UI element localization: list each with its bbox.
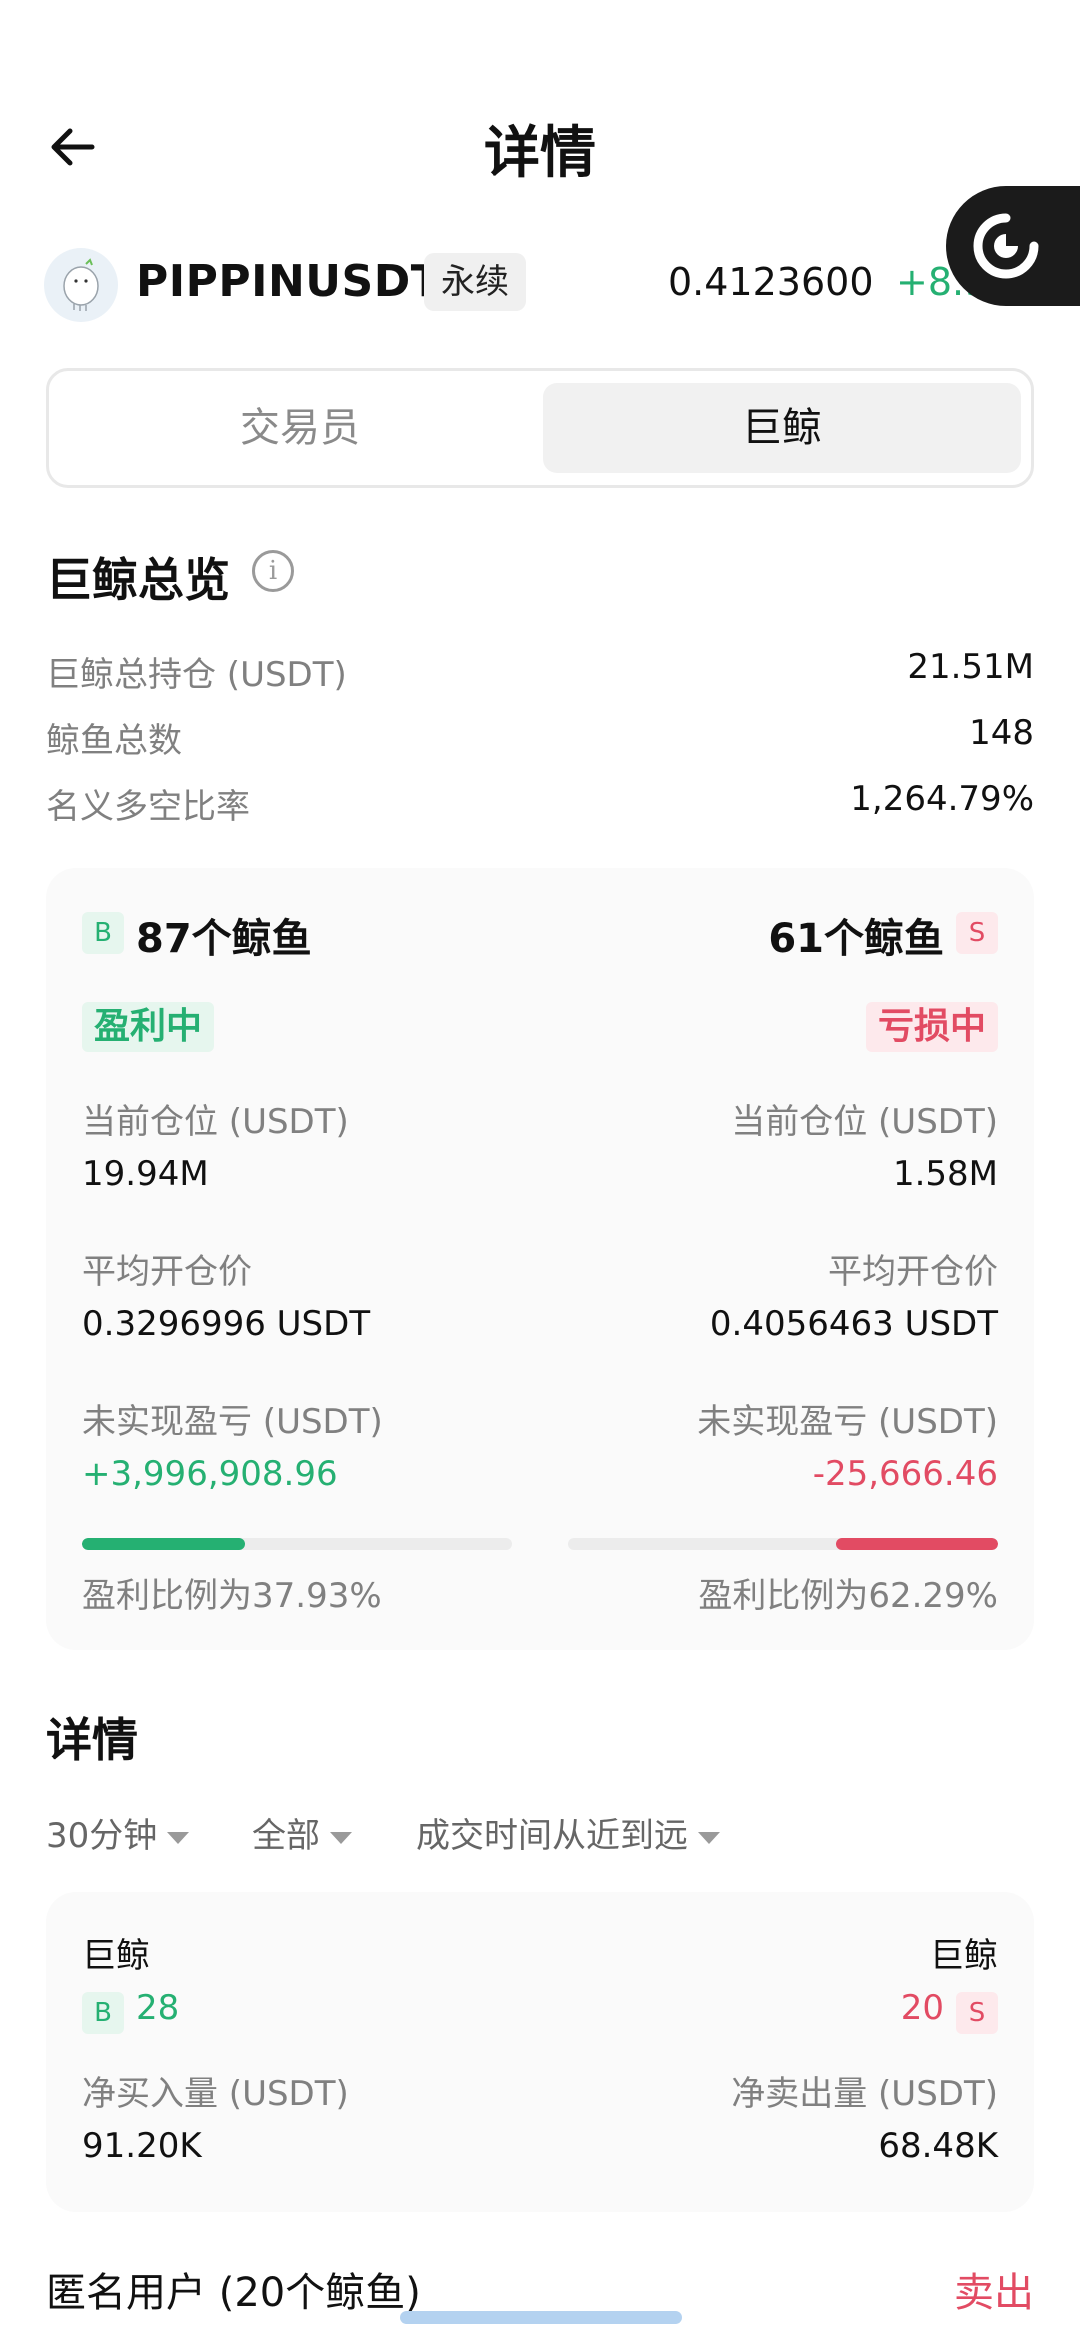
sell-whale-count: 20 [900, 1988, 944, 2028]
last-price: 0.4123600 [668, 260, 874, 304]
tab-whales[interactable]: 巨鲸 [543, 383, 1021, 473]
stat-value: 148 [969, 713, 1034, 753]
short-position-value: 1.58M [892, 1154, 998, 1194]
short-avg-price-value: 0.4056463 USDT [709, 1304, 998, 1344]
trade-row-user[interactable]: 匿名用户 (20个鲸鱼) [46, 2260, 421, 2318]
long-pnl-value: +3,996,908.96 [82, 1454, 338, 1494]
short-profit-ratio-bar [568, 1538, 998, 1550]
stat-label: 巨鲸总持仓 (USDT) [46, 655, 347, 695]
net-buy-value: 91.20K [82, 2126, 202, 2166]
long-profit-ratio-bar [82, 1538, 512, 1550]
stat-value: 21.51M [907, 647, 1034, 687]
info-icon[interactable]: i [252, 550, 294, 592]
assistant-logo-icon [973, 213, 1039, 279]
short-whale-count: 61个鲸鱼 [768, 916, 944, 962]
short-avg-price-label: 平均开仓价 [828, 1252, 998, 1292]
whale-mascot-icon [63, 258, 99, 311]
buy-whale-count: 28 [136, 1988, 180, 2028]
long-avg-price-label: 平均开仓价 [82, 1252, 252, 1292]
symbol: PIPPINUSDT [136, 256, 442, 307]
floating-assistant-button[interactable] [946, 186, 1080, 306]
short-profit-ratio-label: 盈利比例为62.29% [698, 1576, 998, 1616]
profit-status-badge: 盈利中 [82, 1002, 215, 1052]
short-position-label: 当前仓位 (USDT) [731, 1102, 998, 1142]
details-title: 详情 [46, 1713, 138, 1767]
long-position-value: 19.94M [82, 1154, 209, 1194]
long-short-summary-card: B 87个鲸鱼 盈利中 当前仓位 (USDT) 19.94M 平均开仓价 0.3… [46, 868, 1034, 1650]
ticker-row[interactable]: PIPPINUSDT 永续 0.4123600 +8.94% [44, 248, 1049, 324]
sell-badge: S [956, 1992, 998, 2034]
page-title: 详情 [484, 121, 596, 186]
contract-type-tag: 永续 [424, 253, 526, 311]
net-buy-label: 净买入量 (USDT) [82, 2074, 349, 2114]
buy-badge: B [82, 1992, 124, 2034]
filter-sort[interactable]: 成交时间从近到远 [416, 1808, 720, 1857]
tab-traders[interactable]: 交易员 [61, 383, 539, 473]
chevron-down-icon [167, 1831, 190, 1844]
header: 详情 [0, 100, 1080, 190]
stat-label: 鲸鱼总数 [46, 721, 182, 761]
short-pnl-label: 未实现盈亏 (USDT) [697, 1402, 998, 1442]
segment-control: 交易员 巨鲸 [46, 368, 1034, 488]
long-profit-ratio-fill [82, 1538, 246, 1550]
loss-status-badge: 亏损中 [865, 1002, 998, 1052]
filter-type-label: 全部 [252, 1816, 320, 1856]
net-flow-card[interactable]: 巨鲸 B 28 净买入量 (USDT) 91.20K 巨鲸 20 S 净卖出量 … [46, 1892, 1034, 2212]
buy-badge: B [82, 912, 124, 954]
stat-label: 名义多空比率 [46, 787, 250, 827]
home-indicator[interactable] [400, 2311, 682, 2324]
stat-total-position: 巨鲸总持仓 (USDT) 21.51M [46, 647, 1034, 697]
overview-title: 巨鲸总览 [46, 553, 230, 607]
stat-long-short-ratio: 名义多空比率 1,264.79% [46, 779, 1034, 829]
sell-side-title: 巨鲸 [930, 1936, 998, 1976]
long-whale-count: 87个鲸鱼 [136, 916, 312, 962]
filter-sort-label: 成交时间从近到远 [416, 1816, 688, 1856]
long-position-label: 当前仓位 (USDT) [82, 1102, 349, 1142]
trade-row-side: 卖出 [954, 2270, 1034, 2316]
long-profit-ratio-label: 盈利比例为37.93% [82, 1576, 382, 1616]
short-pnl-value: -25,666.46 [812, 1454, 998, 1494]
coin-avatar [44, 248, 118, 322]
chevron-down-icon [698, 1831, 720, 1844]
net-sell-label: 净卖出量 (USDT) [731, 2074, 998, 2114]
stat-value: 1,264.79% [850, 779, 1034, 819]
long-avg-price-value: 0.3296996 USDT [82, 1304, 371, 1344]
short-profit-ratio-fill [835, 1538, 998, 1550]
sell-badge: S [956, 912, 998, 954]
buy-side-title: 巨鲸 [82, 1936, 150, 1976]
filter-timeframe[interactable]: 30分钟 [46, 1808, 190, 1857]
filter-timeframe-label: 30分钟 [46, 1816, 158, 1856]
filter-type[interactable]: 全部 [252, 1808, 352, 1857]
net-sell-value: 68.48K [878, 2126, 998, 2166]
stat-whale-count: 鲸鱼总数 148 [46, 713, 1034, 763]
chevron-down-icon [330, 1831, 352, 1844]
long-pnl-label: 未实现盈亏 (USDT) [82, 1402, 383, 1442]
